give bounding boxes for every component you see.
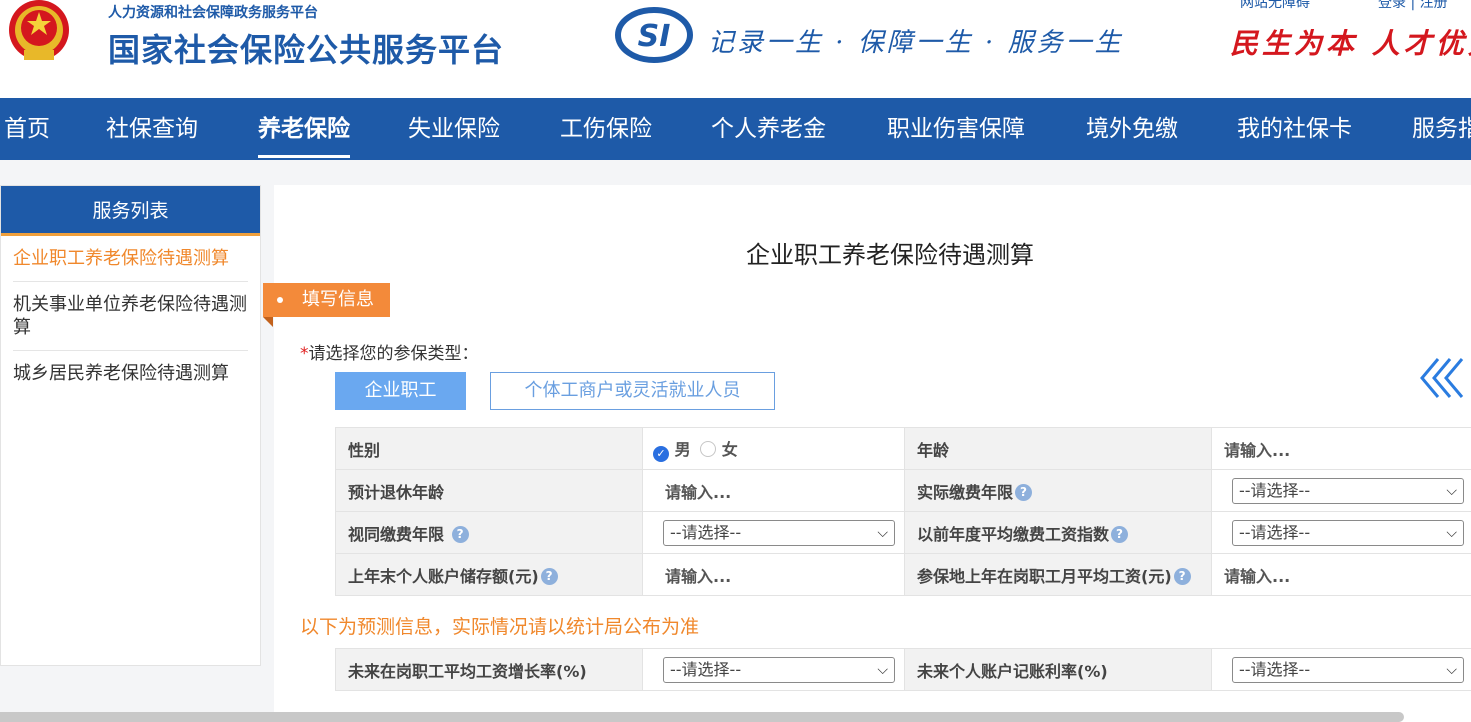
forecast-note: 以下为预测信息，实际情况请以统计局公布为准 [300,616,700,638]
chevron-down-icon: ⌵ [1446,524,1457,541]
radio-male-checked-icon[interactable]: ✓ [653,445,669,462]
avg-wage-input[interactable]: 请输入... [1211,553,1471,596]
chevron-down-icon: ⌵ [1446,482,1457,499]
table-row: 视同缴费年限 ? --请选择-- ⌵ 以前年度平均缴费工资指数? --请选择-- ⌵ [335,511,1471,554]
nav-item-occupational-injury[interactable]: 职业伤害保障 [887,98,1025,160]
interest-rate-cell: --请选择-- ⌵ [1211,648,1471,691]
table-row: 未来在岗职工平均工资增长率(%) --请选择-- ⌵ 未来个人账户记账利率(%) … [335,648,1471,691]
paid-years-cell: --请选择-- ⌵ [1211,469,1471,512]
account-balance-label: 上年末个人账户储存额(元)? [335,553,643,596]
svg-text:SI: SI [638,19,671,54]
gender-radio-group: ✓ 男 女 [642,427,905,470]
wage-index-cell: --请选择-- ⌵ [1211,511,1471,554]
insurance-type-text: 请选择您的参保类型： [308,344,479,364]
gender-label: 性别 [335,427,643,470]
site-header: 人力资源和社会保障政务服务平台 国家社会保险公共服务平台 SI 记录一生 · 保… [0,0,1471,98]
gender-female-label[interactable]: 女 [722,440,738,459]
nav-item-overseas-exemption[interactable]: 境外免缴 [1086,98,1178,160]
deemed-years-select-value: --请选择-- [670,522,742,542]
wage-index-select[interactable]: --请选择-- ⌵ [1232,519,1464,546]
table-row: 上年末个人账户储存额(元)? 请输入... 参保地上年在岗职工月平均工资(元)?… [335,553,1471,596]
avg-wage-label: 参保地上年在岗职工月平均工资(元)? [904,553,1212,596]
wage-index-text: 以前年度平均缴费工资指数 [917,524,1110,544]
wage-index-label: 以前年度平均缴费工资指数? [904,511,1212,554]
deemed-years-text: 视同缴费年限 [348,524,445,544]
help-icon[interactable]: ? [1111,525,1129,543]
national-emblem-icon [9,0,69,60]
nav-item-personal-pension[interactable]: 个人养老金 [711,98,826,160]
chevron-down-icon: ⌵ [1446,661,1457,678]
deemed-years-select[interactable]: --请选择-- ⌵ [663,519,895,546]
help-icon[interactable]: ? [1015,483,1033,501]
sidebar-item-enterprise[interactable]: 企业职工养老保险待遇测算 [13,236,248,282]
radio-female-icon[interactable] [700,440,717,457]
insurance-type-label: *请选择您的参保类型： [300,339,479,364]
table-row: 性别 ✓ 男 女 年龄 请输入... [335,427,1471,470]
main-nav: 首页 社保查询 养老保险 失业保险 工伤保险 个人养老金 职业伤害保障 境外免缴… [0,98,1471,160]
interest-rate-select[interactable]: --请选择-- ⌵ [1232,656,1464,683]
nav-item-pension[interactable]: 养老保险 [258,98,350,160]
account-balance-text: 上年末个人账户储存额(元) [348,566,539,586]
interest-rate-select-value: --请选择-- [1239,659,1311,679]
paid-years-select[interactable]: --请选择-- ⌵ [1232,477,1464,504]
nav-item-query[interactable]: 社保查询 [106,98,198,160]
social-insurance-logo-icon: SI [615,7,693,63]
wage-index-select-value: --请选择-- [1239,522,1311,542]
help-icon[interactable]: ? [1173,567,1191,585]
type-enterprise-button[interactable]: 企业职工 [335,372,466,410]
forecast-form-table: 未来在岗职工平均工资增长率(%) --请选择-- ⌵ 未来个人账户记账利率(%) … [335,648,1471,691]
nav-item-home[interactable]: 首页 [4,98,50,160]
retire-age-label: 预计退休年龄 [335,469,643,512]
type-freelance-button[interactable]: 个体工商户或灵活就业人员 [490,372,775,410]
fill-info-label: 填写信息 [302,289,374,310]
page-title: 企业职工养老保险待遇测算 [746,241,1034,269]
wage-growth-select[interactable]: --请选择-- ⌵ [663,656,895,683]
sidebar-item-resident[interactable]: 城乡居民养老保险待遇测算 [13,351,248,396]
top-links: 网站无障碍 登录 | 注册 [1240,0,1471,12]
org-subtitle: 人力资源和社会保障政务服务平台 [108,5,318,21]
login-link[interactable]: 登录 | 注册 [1378,0,1448,11]
deemed-years-label: 视同缴费年限 ? [335,511,643,554]
help-icon[interactable]: ? [451,525,469,543]
site-title[interactable]: 国家社会保险公共服务平台 [108,25,504,71]
nav-item-unemployment[interactable]: 失业保险 [408,98,500,160]
age-input[interactable]: 请输入... [1211,427,1471,470]
help-icon[interactable]: ? [540,567,558,585]
interest-rate-label: 未来个人账户记账利率(%) [904,648,1212,691]
accessibility-link[interactable]: 网站无障碍 [1240,0,1310,11]
collapse-arrows-icon[interactable] [1418,355,1468,401]
slogan-red: 民生为本 人才优先 [1230,27,1471,60]
paid-years-select-value: --请选择-- [1239,480,1311,500]
sidebar-heading: 服务列表 [1,186,260,236]
required-star: * [300,344,309,364]
calc-form-table: 性别 ✓ 男 女 年龄 请输入... 预计退休年龄 请输入... 实际缴费年限?… [335,427,1471,596]
sidebar-item-institution[interactable]: 机关事业单位养老保险待遇测算 [13,282,248,351]
wage-growth-select-value: --请选择-- [670,659,742,679]
avg-wage-text: 参保地上年在岗职工月平均工资(元) [917,566,1172,586]
wage-growth-cell: --请选择-- ⌵ [642,648,905,691]
wage-growth-label: 未来在岗职工平均工资增长率(%) [335,648,643,691]
retire-age-input[interactable]: 请输入... [642,469,905,512]
nav-item-injury[interactable]: 工伤保险 [560,98,652,160]
paid-years-text: 实际缴费年限 [917,482,1014,502]
sidebar: 服务列表 企业职工养老保险待遇测算 机关事业单位养老保险待遇测算 城乡居民养老保… [0,185,261,666]
age-label: 年龄 [904,427,1212,470]
account-balance-input[interactable]: 请输入... [642,553,905,596]
nav-item-service-guide[interactable]: 服务指南 [1412,98,1471,160]
deemed-years-cell: --请选择-- ⌵ [642,511,905,554]
table-row: 预计退休年龄 请输入... 实际缴费年限? --请选择-- ⌵ [335,469,1471,512]
fill-info-tag: 填写信息 [263,283,390,327]
slogan: 记录一生 · 保障一生 · 服务一生 [708,28,1124,58]
chevron-down-icon: ⌵ [877,661,888,678]
nav-item-my-card[interactable]: 我的社保卡 [1237,98,1352,160]
chevron-down-icon: ⌵ [877,524,888,541]
gender-male-label[interactable]: 男 [675,440,691,459]
horizontal-scrollbar[interactable] [0,712,1404,722]
paid-years-label: 实际缴费年限? [904,469,1212,512]
